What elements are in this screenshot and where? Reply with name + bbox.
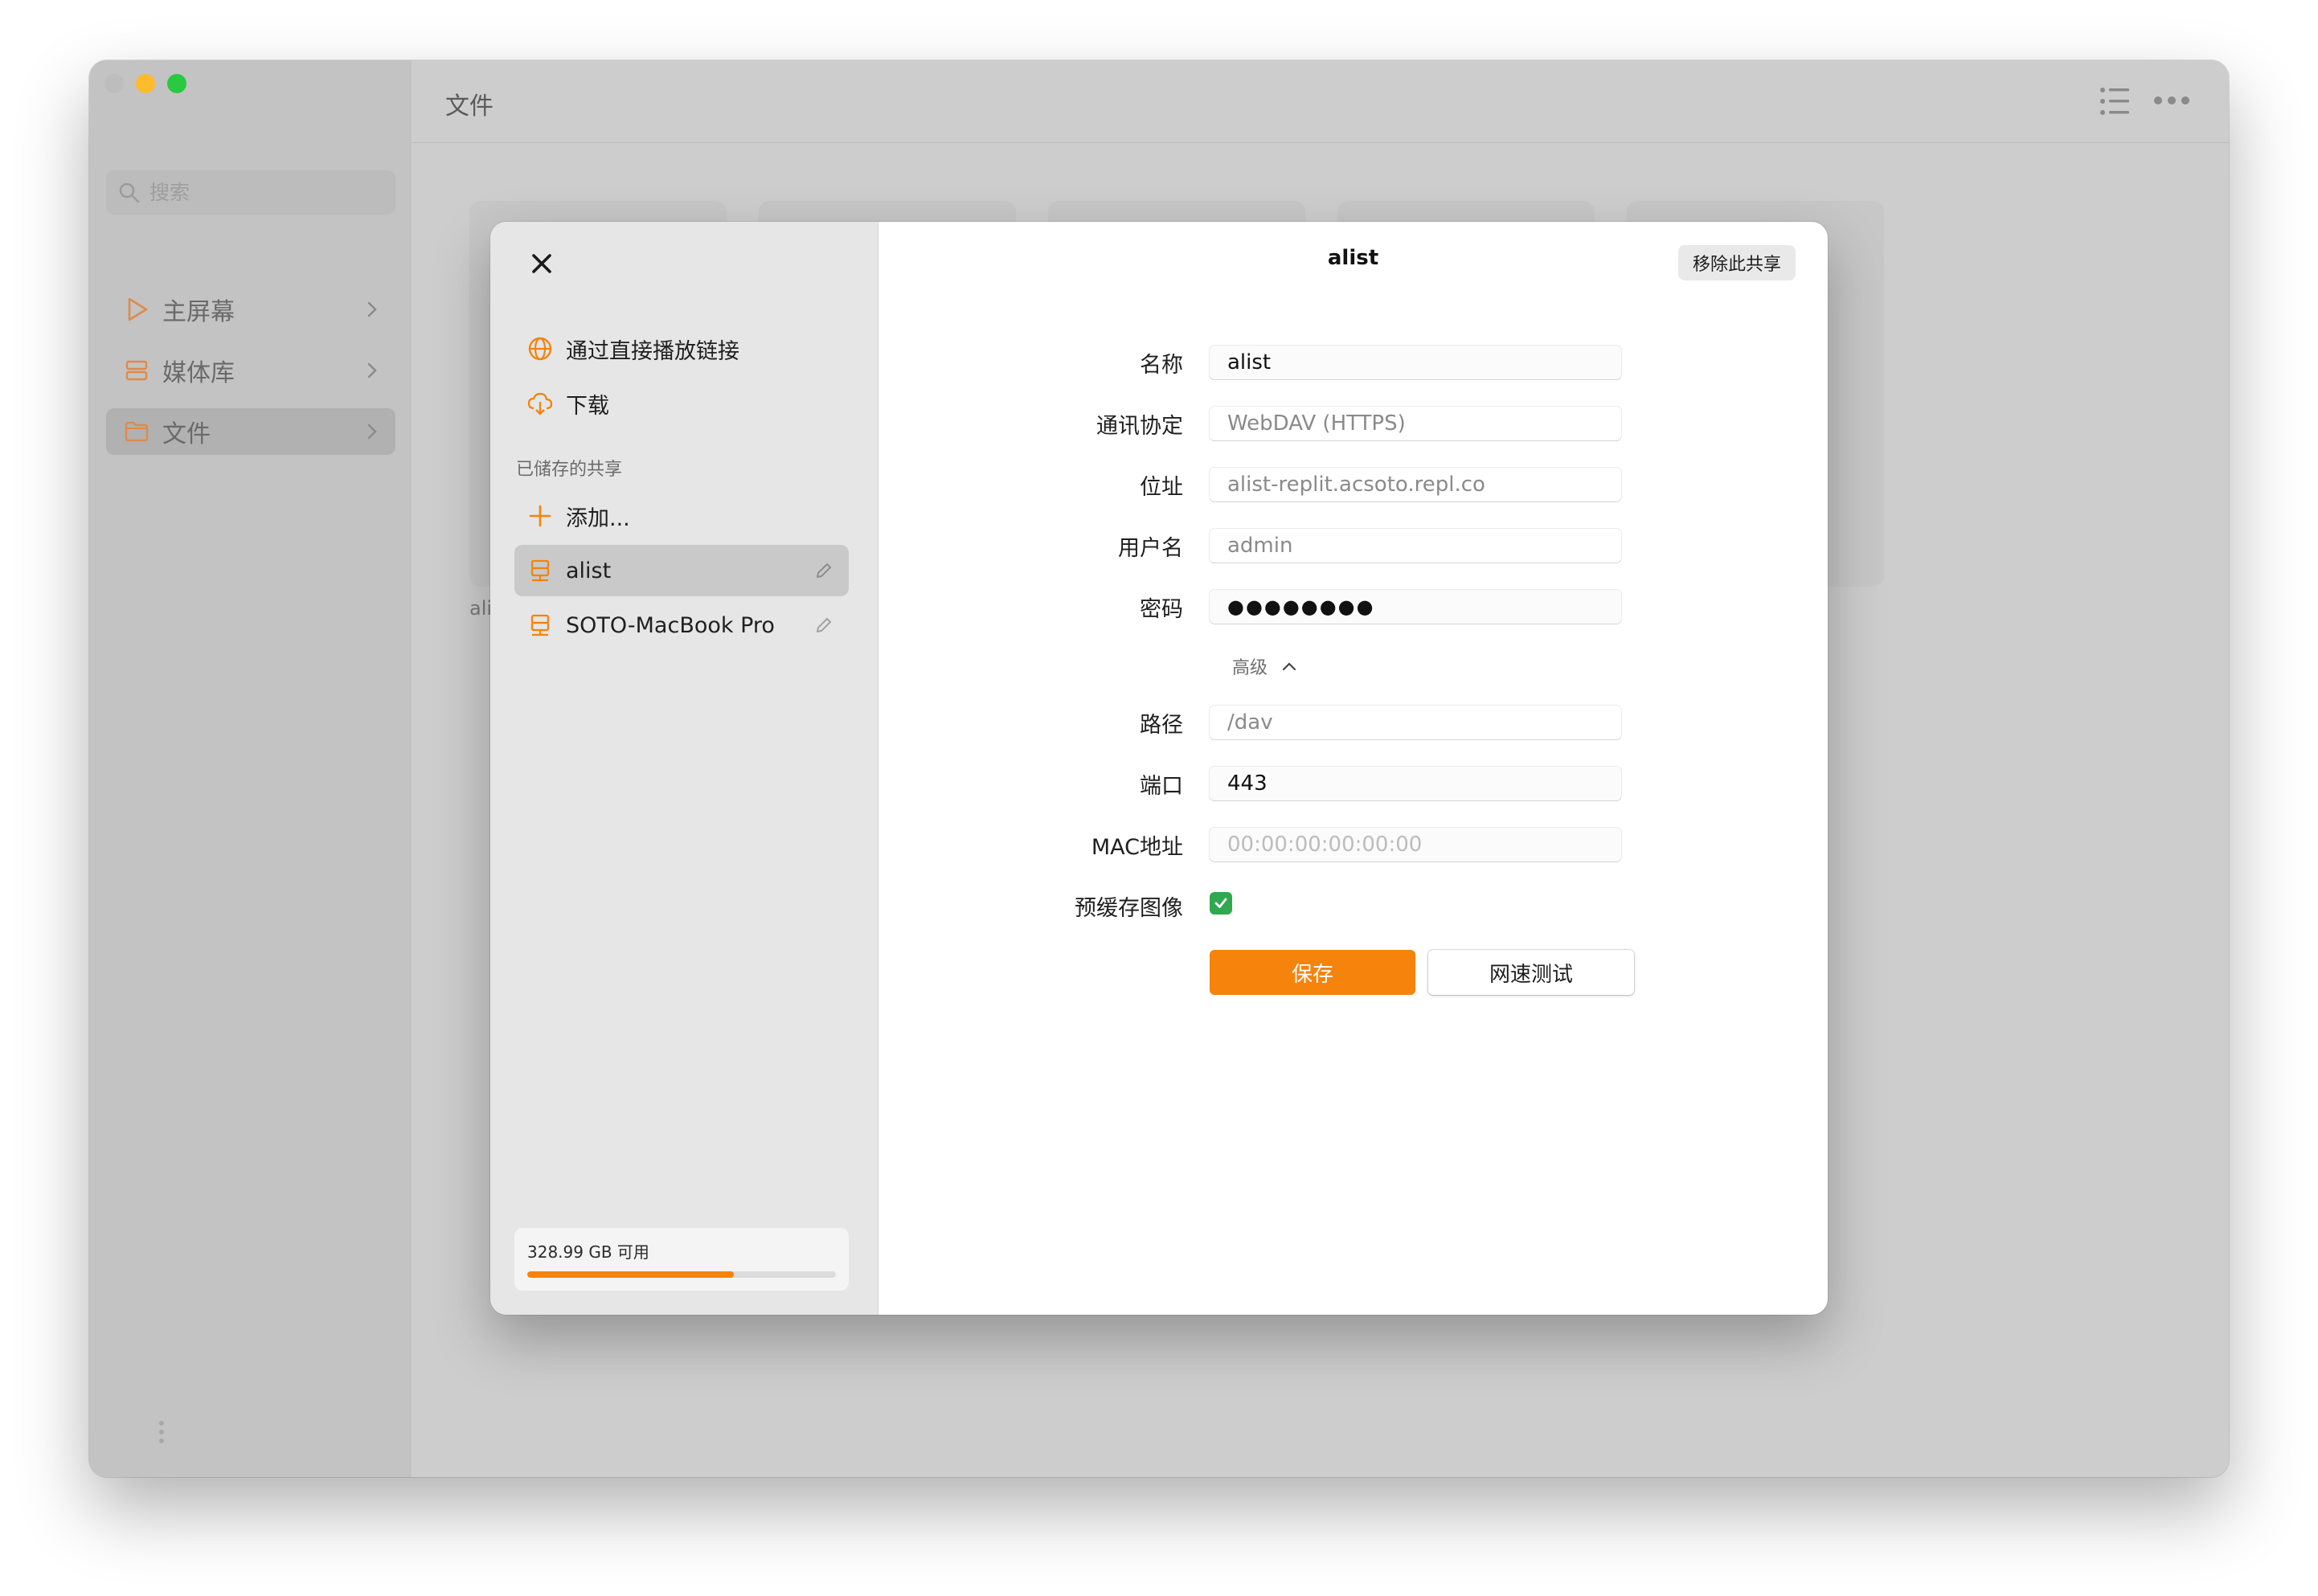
checkmark-icon — [1214, 898, 1227, 908]
username-field[interactable] — [1210, 529, 1621, 563]
chevron-right-icon — [367, 301, 377, 317]
more-icon[interactable] — [2153, 91, 2190, 110]
globe-icon — [528, 337, 552, 361]
pencil-icon[interactable] — [813, 615, 834, 636]
sidebar-item-label: 主屏幕 — [162, 298, 235, 326]
cloud-download-icon — [527, 392, 553, 415]
search-icon — [119, 182, 140, 203]
advanced-toggle[interactable]: 高级 — [1232, 653, 1296, 679]
chevron-right-icon — [367, 424, 377, 440]
share-item-label: SOTO-MacBook Pro — [566, 612, 775, 638]
path-label: 路径 — [1140, 713, 1183, 738]
address-label: 位址 — [1140, 475, 1183, 500]
storage-text: 328.99 GB 可用 — [527, 1242, 649, 1262]
share-item-soto-macbook-pro[interactable]: SOTO-MacBook Pro — [514, 600, 849, 651]
server-icon — [530, 559, 550, 582]
plus-icon — [529, 505, 551, 527]
direct-play-link-label: 通过直接播放链接 — [566, 338, 739, 364]
close-window-button[interactable] — [104, 74, 124, 93]
mac-label: MAC地址 — [1091, 835, 1183, 860]
storage-bar-fill — [527, 1271, 735, 1278]
storage-indicator: 328.99 GB 可用 — [514, 1228, 849, 1291]
search-box[interactable] — [106, 170, 395, 215]
close-icon[interactable] — [526, 248, 558, 280]
sidebar-resize-handle[interactable] — [159, 1421, 164, 1447]
sidebar-item-home[interactable]: 主屏幕 — [106, 286, 395, 333]
download-label: 下载 — [566, 393, 609, 419]
name-label: 名称 — [1140, 353, 1183, 378]
share-item-alist[interactable]: alist — [514, 545, 849, 596]
dialog-sidebar: 通过直接播放链接 下载 已储存的共享 添加... alist SOTO-MacB… — [490, 222, 878, 1315]
add-share-button[interactable]: 添加... — [514, 490, 849, 542]
zoom-window-button[interactable] — [167, 74, 186, 93]
username-label: 用户名 — [1118, 536, 1183, 561]
protocol-label: 通讯协定 — [1096, 414, 1183, 439]
sidebar-item-label: 文件 — [162, 420, 211, 448]
chevron-up-icon — [1282, 662, 1296, 671]
save-button[interactable]: 保存 — [1210, 950, 1415, 995]
library-icon — [125, 360, 148, 381]
advanced-label: 高级 — [1232, 658, 1268, 678]
add-share-label: 添加... — [566, 505, 630, 531]
port-label: 端口 — [1140, 774, 1183, 799]
password-label: 密码 — [1140, 597, 1183, 622]
play-icon — [128, 297, 148, 321]
sidebar-item-label: 媒体库 — [162, 359, 235, 387]
password-field[interactable] — [1210, 590, 1621, 624]
pencil-icon[interactable] — [813, 560, 834, 581]
download-item[interactable]: 下载 — [514, 378, 849, 429]
address-field[interactable] — [1210, 468, 1621, 501]
share-tile-label: ali — [469, 597, 493, 620]
minimize-window-button[interactable] — [136, 74, 155, 93]
sidebar-item-library[interactable]: 媒体库 — [106, 347, 395, 394]
precache-label: 预缓存图像 — [1075, 896, 1183, 921]
dialog-content: alist 移除此共享 名称 通讯协定 位址 用户名 密码 高级 路径 端口 — [878, 222, 1828, 1315]
share-item-label: alist — [566, 558, 612, 583]
folder-icon — [125, 421, 149, 442]
path-field[interactable] — [1210, 706, 1621, 739]
speed-test-button[interactable]: 网速测试 — [1428, 950, 1634, 995]
direct-play-link-item[interactable]: 通过直接播放链接 — [514, 323, 849, 374]
chevron-right-icon — [367, 362, 377, 379]
window-sidebar: 主屏幕 媒体库 文件 — [89, 60, 412, 1477]
saved-shares-heading: 已储存的共享 — [516, 460, 623, 480]
remove-share-button[interactable]: 移除此共享 — [1677, 245, 1796, 280]
sidebar-item-files[interactable]: 文件 — [106, 408, 395, 455]
mac-field[interactable] — [1210, 828, 1621, 861]
share-settings-dialog: 通过直接播放链接 下载 已储存的共享 添加... alist SOTO-MacB… — [490, 222, 1828, 1315]
list-view-icon[interactable] — [2099, 84, 2131, 119]
precache-checkbox[interactable] — [1210, 892, 1232, 915]
port-field[interactable] — [1210, 767, 1621, 800]
page-title: 文件 — [445, 92, 493, 121]
storage-bar — [527, 1271, 836, 1278]
search-input[interactable] — [148, 180, 376, 205]
name-field[interactable] — [1210, 346, 1621, 379]
toolbar: 文件 — [412, 60, 2229, 143]
server-icon — [530, 614, 550, 636]
protocol-field[interactable] — [1210, 407, 1621, 440]
